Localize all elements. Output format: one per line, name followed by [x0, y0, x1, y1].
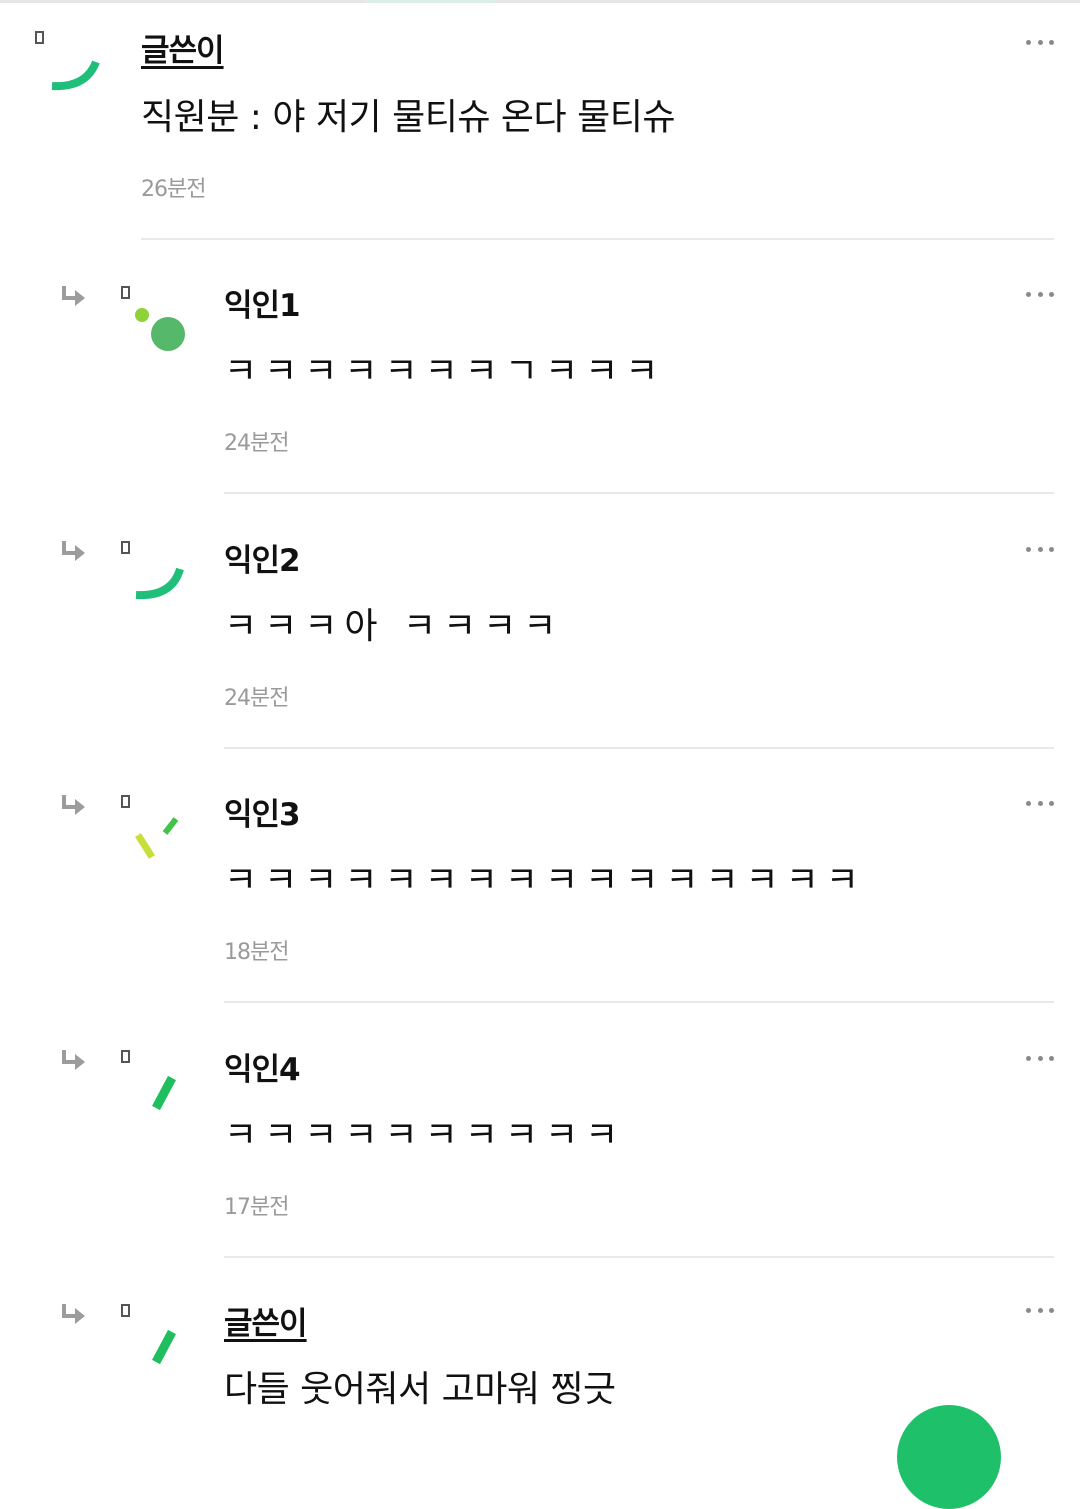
comment-divider	[141, 238, 1054, 240]
more-options-icon[interactable]	[1026, 1308, 1054, 1316]
comment-marker	[121, 795, 130, 808]
comment-marker	[121, 1304, 130, 1317]
author-name[interactable]: 글쓴이	[141, 25, 225, 70]
author-name[interactable]: 익인1	[224, 280, 301, 325]
comment-divider	[224, 747, 1054, 749]
avatar	[135, 308, 185, 351]
comment-text: ㅋㅋㅋ아 ㅋㅋㅋㅋ	[224, 606, 564, 647]
comment-divider	[224, 1001, 1054, 1003]
more-options-icon[interactable]	[1026, 801, 1054, 809]
comment-text: 직원분 : 야 저기 물티슈 온다 물티슈	[141, 97, 675, 138]
avatar	[135, 567, 184, 600]
comment-marker	[121, 286, 130, 299]
reply-arrow-icon	[62, 1304, 85, 1324]
reply-item: 글쓴이 다들 웃어줘서 고마워 찡긋	[0, 1288, 1080, 1424]
reply-item: 익인4 ㅋㅋㅋㅋㅋㅋㅋㅋㅋㅋ 17분전	[0, 1034, 1080, 1274]
comment-text: ㅋㅋㅋㅋㅋㅋㅋㅋㅋㅋ	[224, 1115, 626, 1156]
comment-marker	[121, 541, 130, 554]
reply-arrow-icon	[62, 541, 85, 561]
comment-text: ㅋㅋㅋㅋㅋㅋㅋㅋㅋㅋㅋㅋㅋㅋㅋㅋ	[224, 860, 866, 901]
avatar	[152, 1075, 176, 1111]
floating-action-button[interactable]	[897, 1405, 1001, 1509]
timestamp: 26분전	[141, 177, 206, 202]
comment-item: 글쓴이 직원분 : 야 저기 물티슈 온다 물티슈 26분전	[0, 0, 1080, 240]
comment-divider	[224, 1256, 1054, 1258]
author-name[interactable]: 익인2	[224, 535, 301, 580]
reply-item: 익인2 ㅋㅋㅋ아 ㅋㅋㅋㅋ 24분전	[0, 525, 1080, 765]
timestamp: 24분전	[224, 686, 289, 711]
author-name[interactable]: 익인4	[224, 1044, 301, 1089]
timestamp: 17분전	[224, 1195, 289, 1220]
author-name[interactable]: 글쓴이	[224, 1298, 308, 1343]
avatar	[135, 817, 179, 859]
more-options-icon[interactable]	[1026, 1056, 1054, 1064]
comment-text: 다들 웃어줘서 고마워 찡긋	[224, 1369, 616, 1410]
comment-text: ㅋㅋㅋㅋㅋㅋㅋㄱㅋㅋㅋ	[224, 351, 666, 392]
timestamp: 18분전	[224, 940, 289, 965]
reply-arrow-icon	[62, 286, 85, 306]
avatar	[152, 1329, 176, 1365]
more-options-icon[interactable]	[1026, 547, 1054, 555]
reply-item: 익인1 ㅋㅋㅋㅋㅋㅋㅋㄱㅋㅋㅋ 24분전	[0, 270, 1080, 510]
more-options-icon[interactable]	[1026, 292, 1054, 300]
author-name[interactable]: 익인3	[224, 789, 301, 834]
more-options-icon[interactable]	[1026, 40, 1054, 48]
reply-item: 익인3 ㅋㅋㅋㅋㅋㅋㅋㅋㅋㅋㅋㅋㅋㅋㅋㅋ 18분전	[0, 779, 1080, 1019]
reply-arrow-icon	[62, 1050, 85, 1070]
comment-marker	[121, 1050, 130, 1063]
timestamp: 24분전	[224, 431, 289, 456]
comment-divider	[224, 492, 1054, 494]
reply-arrow-icon	[62, 795, 85, 815]
avatar	[51, 60, 100, 91]
